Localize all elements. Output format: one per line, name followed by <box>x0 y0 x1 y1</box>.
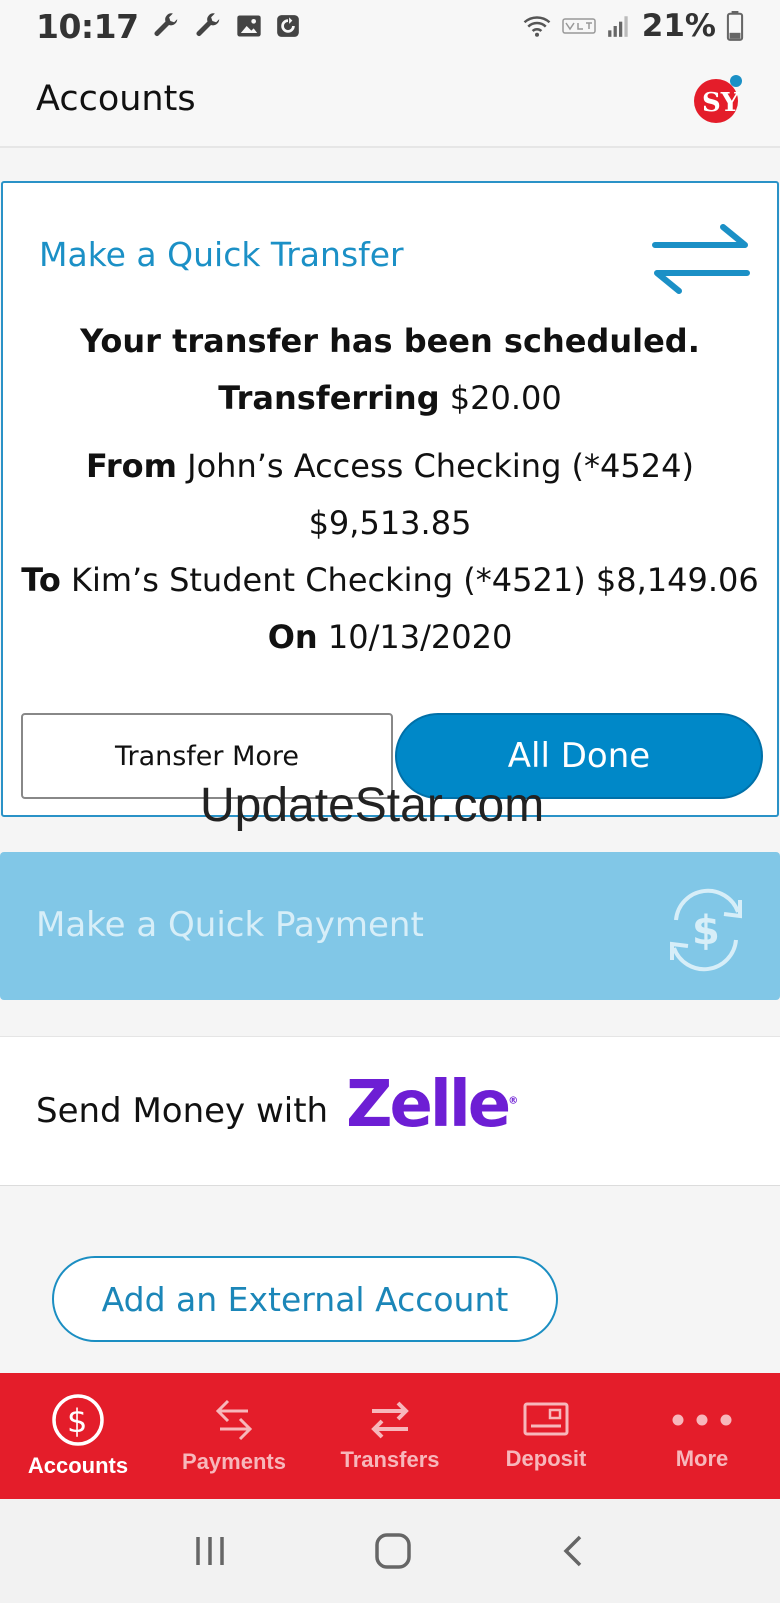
transfer-arrows-icon <box>371 1401 409 1439</box>
transfer-confirmation: Your transfer has been scheduled. Transf… <box>3 313 777 666</box>
from-line: From John’s Access Checking (*4524) <box>3 438 777 495</box>
wrench-icon <box>196 13 219 37</box>
app-header: Accounts SY <box>0 52 780 148</box>
home-icon[interactable] <box>373 1531 413 1571</box>
payment-cycle-icon: $ <box>670 888 742 972</box>
watermark: UpdateStar.com <box>200 779 545 832</box>
dollar-circle-icon: $ <box>52 1394 104 1446</box>
nav-item-transfers[interactable]: Transfers <box>312 1373 468 1499</box>
confirmation-message: Your transfer has been scheduled. <box>80 322 700 360</box>
transfer-arrows-icon <box>652 224 750 294</box>
check-deposit-icon <box>523 1402 569 1436</box>
back-icon[interactable] <box>558 1533 588 1569</box>
amount-label: Transferring <box>218 379 440 417</box>
nav-item-accounts[interactable]: $ Accounts <box>0 1373 156 1499</box>
system-nav-bar <box>0 1499 780 1603</box>
page-title: Accounts <box>36 79 196 119</box>
volte-icon <box>562 18 596 34</box>
to-account: Kim’s Student Checking (*4521) $8,149.06 <box>71 561 759 599</box>
signal-icon <box>607 16 628 37</box>
zelle-logo: Zelle® <box>346 1068 518 1142</box>
status-bar: 10:17 21% <box>0 0 780 52</box>
zelle-registered: ® <box>508 1095 518 1107</box>
from-account: John’s Access Checking (*4524) <box>187 447 694 485</box>
quick-payment-card[interactable]: Make a Quick Payment $ <box>0 852 780 1000</box>
nav-label: Transfers <box>340 1447 440 1472</box>
quick-payment-title: Make a Quick Payment <box>36 905 424 945</box>
quick-transfer-title[interactable]: Make a Quick Transfer <box>39 235 404 274</box>
amount-value: $20.00 <box>449 379 562 417</box>
bank-logo[interactable]: SY <box>692 73 744 125</box>
on-date: 10/13/2020 <box>327 618 513 656</box>
to-label: To <box>21 561 61 599</box>
nav-label: Accounts <box>27 1453 129 1478</box>
nav-label: Payments <box>182 1449 286 1474</box>
amount-line: Transferring $20.00 <box>3 370 777 427</box>
logo-text: SY <box>702 88 740 118</box>
wifi-icon <box>523 16 551 37</box>
zelle-text: Send Money with <box>36 1091 329 1131</box>
sync-icon <box>276 15 299 37</box>
nav-item-payments[interactable]: Payments <box>156 1373 312 1499</box>
recent-apps-icon[interactable] <box>192 1533 228 1569</box>
status-time: 10:17 <box>36 6 139 46</box>
nav-label: More <box>675 1446 729 1471</box>
quick-transfer-card: Make a Quick Transfer Your transfer has … <box>1 181 779 817</box>
from-label: From <box>86 447 177 485</box>
add-external-account-button[interactable]: Add an External Account <box>52 1256 558 1342</box>
nav-label: Deposit <box>505 1446 587 1471</box>
zelle-card[interactable]: Send Money with Zelle® <box>0 1036 780 1186</box>
image-icon <box>236 15 261 37</box>
payments-arrows-icon <box>215 1399 253 1441</box>
on-label: On <box>267 618 318 656</box>
battery-percent: 21% <box>641 8 716 44</box>
to-line: To Kim’s Student Checking (*4521) $8,149… <box>3 552 777 609</box>
bank-logo-icon: SY <box>694 75 742 123</box>
bottom-nav: $ Accounts Payments Transfers Deposit Mo… <box>0 1373 780 1499</box>
zelle-logo-text: Zelle <box>346 1068 511 1142</box>
on-line: On 10/13/2020 <box>3 609 777 666</box>
from-balance: $9,513.85 <box>308 504 472 542</box>
wrench-icon <box>154 13 177 37</box>
battery-icon <box>726 11 744 41</box>
nav-item-deposit[interactable]: Deposit <box>468 1373 624 1499</box>
nav-item-more[interactable]: More <box>624 1373 780 1499</box>
more-dots-icon <box>672 1414 732 1426</box>
svg-text:$: $ <box>67 1402 87 1440</box>
svg-text:$: $ <box>692 908 720 954</box>
